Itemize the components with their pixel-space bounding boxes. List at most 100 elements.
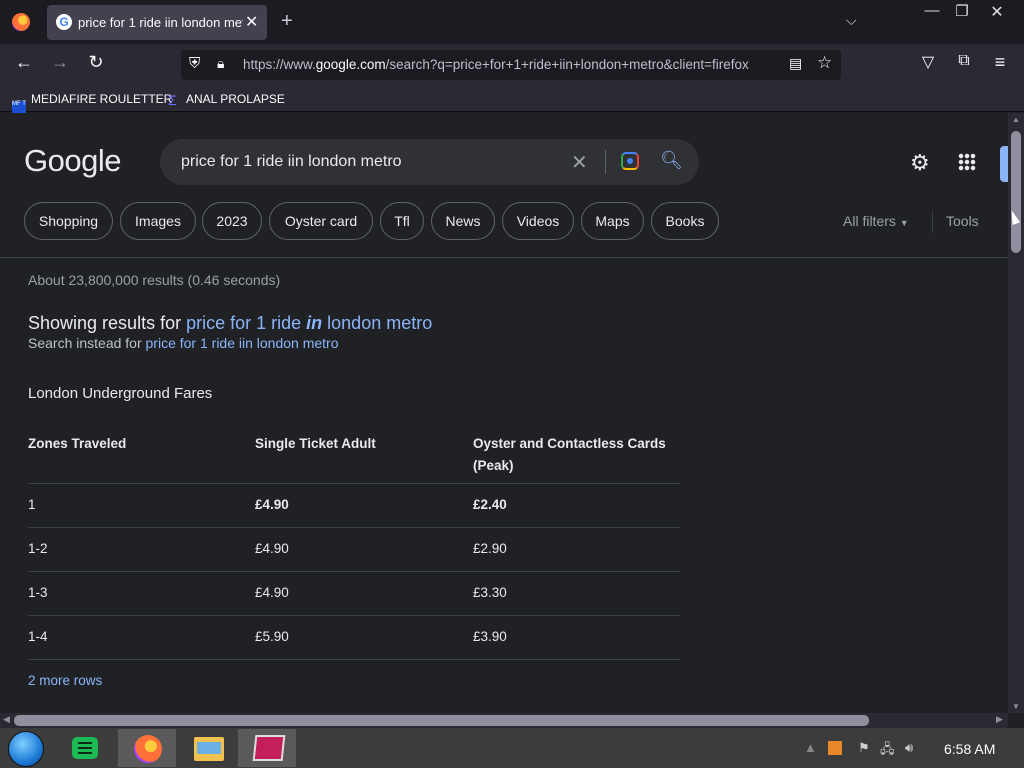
folder-icon <box>194 737 224 761</box>
original-query-link[interactable]: price for 1 ride iin london metro <box>146 335 339 351</box>
scroll-up-arrow-icon[interactable]: ▲ <box>1012 115 1020 124</box>
back-arrow-icon[interactable]: ← <box>12 52 36 73</box>
vertical-scrollbar[interactable]: ▲ ▼ <box>1008 113 1024 713</box>
search-divider <box>605 150 606 174</box>
minimize-icon[interactable]: — <box>917 2 947 19</box>
tab-strip: G price for 1 ride iin london metro ✕ + … <box>0 0 1024 44</box>
chip-books[interactable]: Books <box>651 202 719 240</box>
volume-icon[interactable]: 🔊︎ <box>905 740 913 756</box>
start-menu-orb-icon[interactable] <box>8 731 44 767</box>
chip-videos[interactable]: Videos <box>502 202 574 240</box>
chip-oyster-card[interactable]: Oyster card <box>269 202 373 240</box>
scroll-down-arrow-icon[interactable]: ▼ <box>1012 702 1020 711</box>
chip-news[interactable]: News <box>431 202 495 240</box>
settings-gear-icon[interactable]: ⚙ <box>910 150 930 176</box>
tools-divider <box>932 211 933 233</box>
sign-in-button[interactable] <box>1000 146 1008 182</box>
bookmark-mediafire[interactable]: MF T MEDIAFIRE ROULETTER <box>12 90 172 115</box>
table-cell: £5.90 <box>255 629 289 644</box>
navigation-bar: ← → ↻ ⛨ 🔒︎ https://www.google.com/search… <box>0 44 1024 86</box>
firefox-icon <box>134 735 162 763</box>
google-apps-grid-icon[interactable] <box>958 153 976 171</box>
terminal-icon <box>252 735 286 761</box>
tools-button[interactable]: Tools <box>946 213 979 229</box>
lock-icon[interactable]: 🔒︎ <box>217 55 224 72</box>
tracking-protection-shield-icon[interactable]: ⛨ <box>189 55 200 72</box>
column-header: Oyster and Contactless Cards (Peak) <box>473 436 666 473</box>
clear-search-icon[interactable]: ✕ <box>571 150 588 175</box>
table-cell: 1-3 <box>28 585 48 600</box>
search-icon[interactable]: 🔍︎ <box>660 150 683 171</box>
tray-expand-arrow-icon[interactable]: ▲ <box>804 740 817 755</box>
table-cell: £2.40 <box>473 497 507 512</box>
scroll-right-arrow-icon[interactable]: ▶ <box>996 714 1003 725</box>
taskbar-terminal[interactable] <box>238 729 296 767</box>
chip-2023[interactable]: 2023 <box>202 202 262 240</box>
window-close-icon[interactable]: ✕ <box>982 2 1012 22</box>
chip-images[interactable]: Images <box>120 202 196 240</box>
table-cell: £3.30 <box>473 585 507 600</box>
table-cell: 1 <box>28 497 36 512</box>
scroll-left-arrow-icon[interactable]: ◀ <box>3 714 10 725</box>
reader-view-icon[interactable]: ▤ <box>789 55 802 72</box>
chip-shopping[interactable]: Shopping <box>24 202 113 240</box>
header-divider <box>0 257 1008 258</box>
snippet-title: London Underground Fares <box>28 385 213 402</box>
tab-title: price for 1 ride iin london metro <box>78 15 243 30</box>
corrected-query-link[interactable]: price for 1 ride in london metro <box>186 313 432 333</box>
taskbar: ▲ ⚑ 🖧︎ 🔊︎ 6:58 AM <box>0 728 1024 768</box>
list-all-tabs-chevron-icon[interactable]: ⌵ <box>846 12 857 29</box>
tray-app-icon[interactable] <box>828 741 842 755</box>
url-text[interactable]: https://www.google.com/search?q=price+fo… <box>243 57 783 72</box>
firefox-view-icon[interactable] <box>12 13 30 31</box>
horizontal-scroll-thumb[interactable] <box>14 715 869 726</box>
taskbar-firefox[interactable] <box>118 729 176 767</box>
table-cell: £4.90 <box>255 497 289 512</box>
bookmarks-toolbar: MF T MEDIAFIRE ROULETTER Σ ANAL PROLAPSE <box>0 86 1024 115</box>
table-cell: £3.90 <box>473 629 507 644</box>
search-instead: Search instead for price for 1 ride iin … <box>28 335 339 351</box>
dropdown-caret-icon: ▼ <box>899 218 909 228</box>
table-cell: 1-2 <box>28 541 48 556</box>
table-cell: £4.90 <box>255 541 289 556</box>
google-results-page: Google price for 1 ride iin london metro… <box>0 113 1008 713</box>
table-row: 1-4 £5.90 £3.90 <box>28 616 680 660</box>
google-lens-icon[interactable] <box>621 152 639 170</box>
forward-arrow-icon[interactable]: → <box>48 52 72 73</box>
maximize-icon[interactable]: ❐ <box>947 2 977 20</box>
taskbar-spotify[interactable] <box>56 729 114 767</box>
google-favicon-icon: G <box>56 14 72 30</box>
all-filters-button[interactable]: All filters ▼ <box>843 213 909 229</box>
table-cell: £2.90 <box>473 541 507 556</box>
tab-google-search[interactable]: G price for 1 ride iin london metro ✕ <box>47 5 267 40</box>
search-box[interactable]: price for 1 ride iin london metro ✕ 🔍︎ <box>160 139 699 185</box>
flag-icon[interactable]: ⚑ <box>858 740 870 756</box>
chip-tfl[interactable]: Tfl <box>380 202 424 240</box>
table-cell: £4.90 <box>255 585 289 600</box>
more-rows-link[interactable]: 2 more rows <box>28 673 102 688</box>
column-header: Zones Traveled <box>28 436 127 451</box>
chip-maps[interactable]: Maps <box>581 202 644 240</box>
bookmark-second[interactable]: Σ ANAL PROLAPSE <box>168 90 285 108</box>
google-logo[interactable]: Google <box>24 143 121 179</box>
new-tab-button[interactable]: + <box>281 10 293 33</box>
bookmark-star-icon[interactable]: ☆ <box>817 53 832 73</box>
reload-icon[interactable]: ↻ <box>84 52 108 73</box>
table-header: Zones Traveled Single Ticket Adult Oyste… <box>28 431 680 484</box>
table-row: 1-2 £4.90 £2.90 <box>28 528 680 572</box>
fares-table: Zones Traveled Single Ticket Adult Oyste… <box>28 431 680 660</box>
pocket-icon[interactable]: ▽ <box>916 52 940 72</box>
result-stats: About 23,800,000 results (0.46 seconds) <box>28 272 281 288</box>
extensions-puzzle-icon[interactable]: ⧉ <box>952 52 976 70</box>
taskbar-file-manager[interactable] <box>178 729 236 767</box>
menu-hamburger-icon[interactable]: ≡ <box>988 52 1012 73</box>
tab-close-icon[interactable]: ✕ <box>245 12 258 32</box>
network-icon[interactable]: 🖧︎ <box>880 740 895 762</box>
taskbar-clock[interactable]: 6:58 AM <box>944 741 995 757</box>
search-input[interactable]: price for 1 ride iin london metro <box>181 153 402 171</box>
spelling-correction: Showing results for price for 1 ride in … <box>28 313 433 333</box>
url-bar[interactable]: ⛨ 🔒︎ https://www.google.com/search?q=pri… <box>181 50 841 80</box>
browser-window: G price for 1 ride iin london metro ✕ + … <box>0 0 1024 728</box>
horizontal-scrollbar[interactable]: ◀ ▶ <box>0 713 1008 728</box>
vertical-scroll-thumb[interactable] <box>1011 131 1021 253</box>
